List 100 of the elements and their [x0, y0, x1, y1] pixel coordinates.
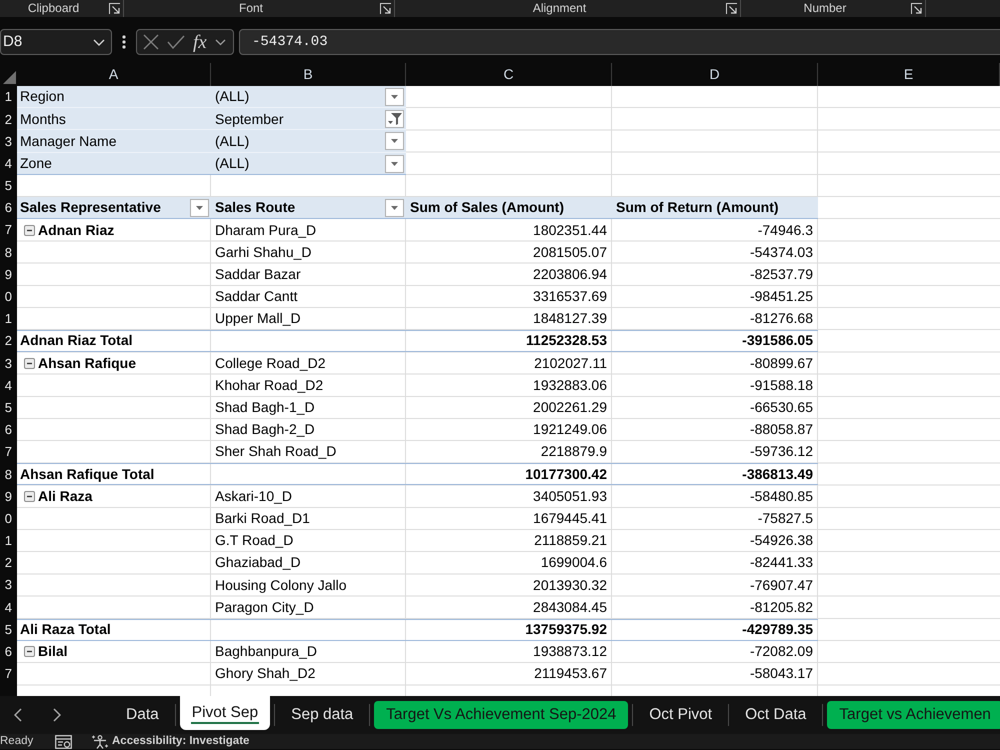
name-box[interactable]: D8 [0, 29, 112, 55]
row-header[interactable]: 1 [0, 86, 17, 108]
subtotal-return: -391586.05 [741, 331, 814, 350]
route-name: Khohar Road_D2 [214, 376, 324, 395]
filter-dropdown-button[interactable] [385, 132, 404, 150]
filter-dropdown-button[interactable] [385, 154, 404, 173]
row-header[interactable]: 4 [0, 596, 17, 618]
row-header[interactable]: 7 [0, 441, 17, 464]
chevron-right-icon[interactable] [53, 708, 61, 722]
dropdown-arrow-icon [391, 95, 398, 100]
field-dropdown-button[interactable] [190, 199, 209, 218]
cancel-icon[interactable] [143, 34, 159, 50]
collapse-icon[interactable] [24, 224, 35, 236]
collapse-icon[interactable] [24, 490, 35, 502]
sheet-tab[interactable]: Sep data [279, 701, 366, 729]
filter-value: (ALL) [215, 134, 250, 150]
row-header[interactable]: 1 [0, 530, 17, 552]
filter-value: (ALL) [215, 156, 250, 172]
row-header[interactable]: 9 [0, 264, 17, 286]
filter-value: September [215, 112, 284, 127]
subtotal-return: -386813.49 [741, 464, 814, 484]
sales-amount: 3316537.69 [532, 287, 608, 306]
row-header[interactable]: 6 [0, 196, 17, 220]
chevron-left-icon[interactable] [14, 708, 22, 722]
row-header[interactable]: 2 [0, 552, 17, 574]
row-header[interactable]: 2 [0, 108, 17, 130]
row-header[interactable]: 7 [0, 219, 17, 242]
row-header[interactable]: 3 [0, 574, 17, 596]
collapse-icon[interactable] [24, 358, 35, 369]
row-header[interactable]: 4 [0, 374, 17, 397]
sales-amount: 2203806.94 [532, 264, 608, 284]
route-name: G.T Road_D [214, 531, 294, 550]
sheet-tab[interactable]: Oct Data [733, 701, 818, 729]
select-all-icon[interactable] [3, 71, 16, 84]
sales-amount: 2081505.07 [532, 242, 608, 262]
return-amount: -54374.03 [748, 242, 814, 262]
accessibility-status[interactable]: Accessibility: Investigate [112, 732, 250, 750]
sales-amount: 2013930.32 [532, 576, 608, 595]
row-header[interactable]: 5 [0, 174, 17, 197]
sheet-tab[interactable]: Pivot Sep [180, 696, 270, 730]
route-name: Garhi Shahu_D [214, 242, 313, 262]
dialog-launcher-icon[interactable] [726, 3, 737, 14]
sales-amount: 2118859.21 [533, 531, 608, 550]
filter-field-label: Months [19, 110, 67, 129]
row-header[interactable]: 2 [0, 330, 17, 352]
row-header[interactable]: 7 [0, 662, 17, 686]
accessibility-icon[interactable] [92, 734, 108, 748]
row-header[interactable]: 9 [0, 485, 17, 508]
dialog-launcher-icon[interactable] [911, 3, 922, 14]
row-header[interactable]: 8 [0, 463, 17, 486]
sales-amount: 1699004.6 [540, 553, 608, 572]
route-name: College Road_D2 [214, 354, 327, 373]
subtotal-label: Ali Raza Total [19, 620, 112, 639]
dropdown-arrow-icon [391, 139, 398, 144]
dialog-launcher-icon[interactable] [380, 3, 391, 14]
filter-dropdown-button[interactable] [385, 88, 404, 106]
return-amount: -80899.67 [748, 354, 814, 373]
sheet-tab[interactable]: Target vs Achievemen [827, 701, 1000, 729]
return-amount: -76907.47 [748, 576, 814, 595]
route-name: Saddar Bazar [214, 264, 302, 284]
row-header[interactable]: 6 [0, 640, 17, 663]
return-amount: -75827.5 [756, 508, 814, 528]
row-header[interactable]: 1 [0, 308, 17, 330]
sales-amount: 1938873.12 [532, 642, 608, 662]
dropdown-arrow-icon [391, 162, 398, 166]
row-header[interactable]: 6 [0, 418, 17, 441]
row-header[interactable]: 8 [0, 241, 17, 264]
return-amount: -58043.17 [748, 664, 814, 684]
filter-field-label: Manager Name [19, 132, 118, 151]
filter-funnel-icon [388, 113, 402, 126]
row-header[interactable]: 4 [0, 152, 17, 175]
return-amount: -81276.68 [748, 309, 814, 328]
representative-name: Adnan Riaz [38, 222, 114, 238]
vertical-dots-icon[interactable] [122, 35, 126, 49]
route-name: Askari-10_D [214, 486, 294, 506]
sales-amount: 1679445.41 [532, 508, 608, 528]
filter-field-label: Region [19, 87, 66, 106]
formula-field[interactable]: -54374.03 [239, 29, 1000, 55]
row-header[interactable]: 3 [0, 130, 17, 153]
row-header[interactable]: 0 [0, 286, 17, 308]
chevron-down-icon[interactable] [214, 38, 226, 46]
field-dropdown-button[interactable] [385, 199, 404, 218]
insert-function-button[interactable]: fx [193, 32, 207, 52]
row-header[interactable]: 0 [0, 508, 17, 530]
route-name: Barki Road_D1 [214, 508, 311, 528]
filter-dropdown-button[interactable] [385, 110, 404, 128]
collapse-icon[interactable] [24, 646, 35, 658]
return-amount: -82537.79 [748, 264, 814, 284]
row-header[interactable]: 5 [0, 396, 17, 419]
row-header[interactable]: 3 [0, 352, 17, 374]
sheet-tab[interactable]: Oct Pivot [637, 701, 724, 729]
sheet-tab[interactable]: Data [114, 701, 171, 729]
check-icon[interactable] [167, 35, 185, 49]
sales-amount: 2218879.9 [540, 442, 608, 462]
dialog-launcher-icon[interactable] [109, 3, 120, 14]
chevron-down-icon[interactable] [93, 38, 105, 46]
ribbon-group-label: Clipboard [26, 0, 80, 17]
workbook-statistics-icon[interactable] [55, 734, 72, 748]
row-header[interactable]: 5 [0, 618, 17, 641]
sheet-tab[interactable]: Target Vs Achievement Sep-2024 [374, 701, 628, 729]
